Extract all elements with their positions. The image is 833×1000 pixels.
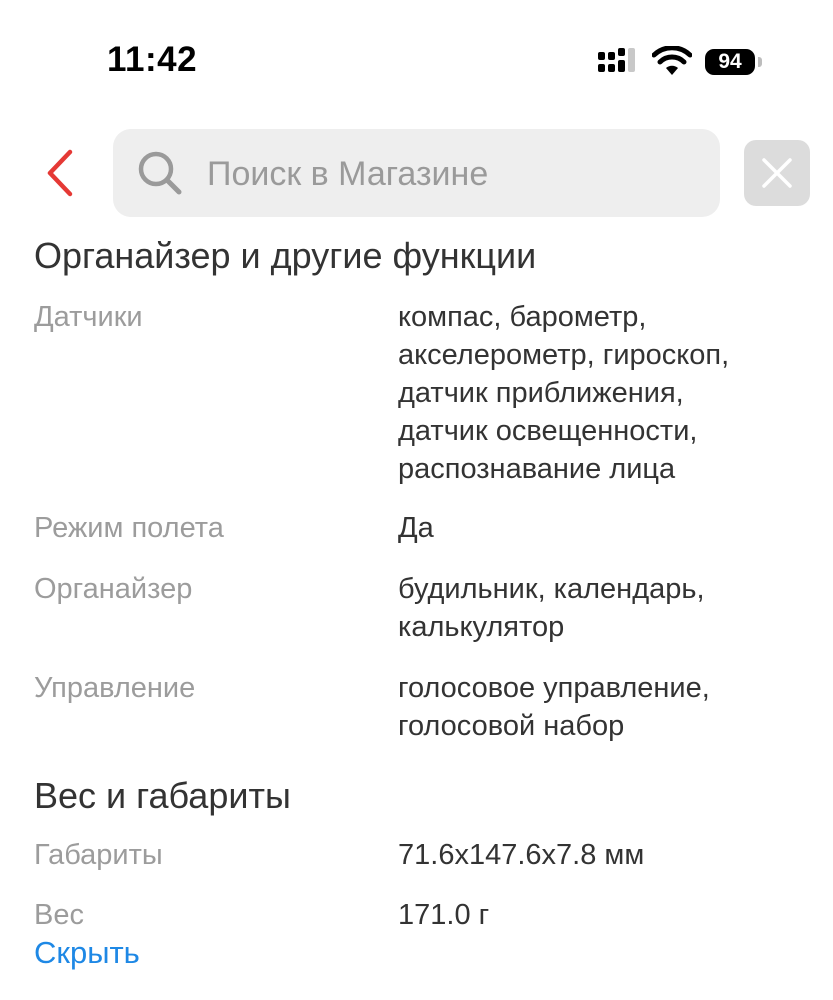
spec-value-organizer: будильник, календарь, калькулятор (398, 570, 818, 646)
value-line: датчик приближения, (398, 377, 684, 409)
spec-label-sensors: Датчики (34, 301, 143, 333)
value-line: распознавание лица (398, 453, 676, 485)
value-line: акселерометр, гироскоп, (398, 339, 730, 371)
value-line: калькулятор (398, 611, 565, 643)
clear-search-button[interactable] (744, 140, 810, 206)
status-time: 11:42 (107, 40, 198, 79)
value-line: голосовой набор (398, 710, 625, 742)
cellular-signal-icon (598, 48, 635, 72)
spec-value-sensors: компас, барометр, акселерометр, гироскоп… (398, 298, 818, 488)
value-line: датчик освещенности, (398, 415, 698, 447)
search-input[interactable] (205, 147, 699, 201)
chevron-left-icon (47, 149, 73, 197)
value-line: будильник, календарь, (398, 573, 705, 605)
value-line: 171.0 г (398, 899, 490, 931)
screen: 11:42 94 Поиск в Магазине Органайзер и д… (0, 0, 833, 1000)
search-bar[interactable] (113, 129, 720, 217)
spec-value-flight-mode: Да (398, 509, 818, 547)
value-line: 71.6x147.6x7.8 мм (398, 839, 645, 871)
value-line: компас, барометр, (398, 301, 647, 333)
spec-value-dimensions: 71.6x147.6x7.8 мм (398, 836, 818, 874)
spec-label-organizer: Органайзер (34, 573, 193, 605)
hide-link[interactable]: Скрыть (34, 935, 140, 971)
spec-label-weight: Вес (34, 899, 84, 931)
value-line: голосовое управление, (398, 672, 710, 704)
spec-value-weight: 171.0 г (398, 896, 818, 934)
wifi-icon (652, 46, 692, 75)
close-icon (762, 158, 792, 188)
spec-value-control: голосовое управление, голосовой набор (398, 669, 818, 745)
battery-cap (758, 57, 762, 67)
section-title-weight-dimensions: Вес и габариты (34, 775, 291, 816)
value-line: Да (398, 512, 434, 544)
spec-label-dimensions: Габариты (34, 839, 163, 871)
battery-icon: 94 (705, 49, 755, 75)
spec-label-flight-mode: Режим полета (34, 512, 224, 544)
spec-label-control: Управление (34, 672, 196, 704)
back-button[interactable] (40, 148, 84, 198)
search-icon (138, 151, 182, 195)
section-title-organizer: Органайзер и другие функции (34, 235, 537, 276)
